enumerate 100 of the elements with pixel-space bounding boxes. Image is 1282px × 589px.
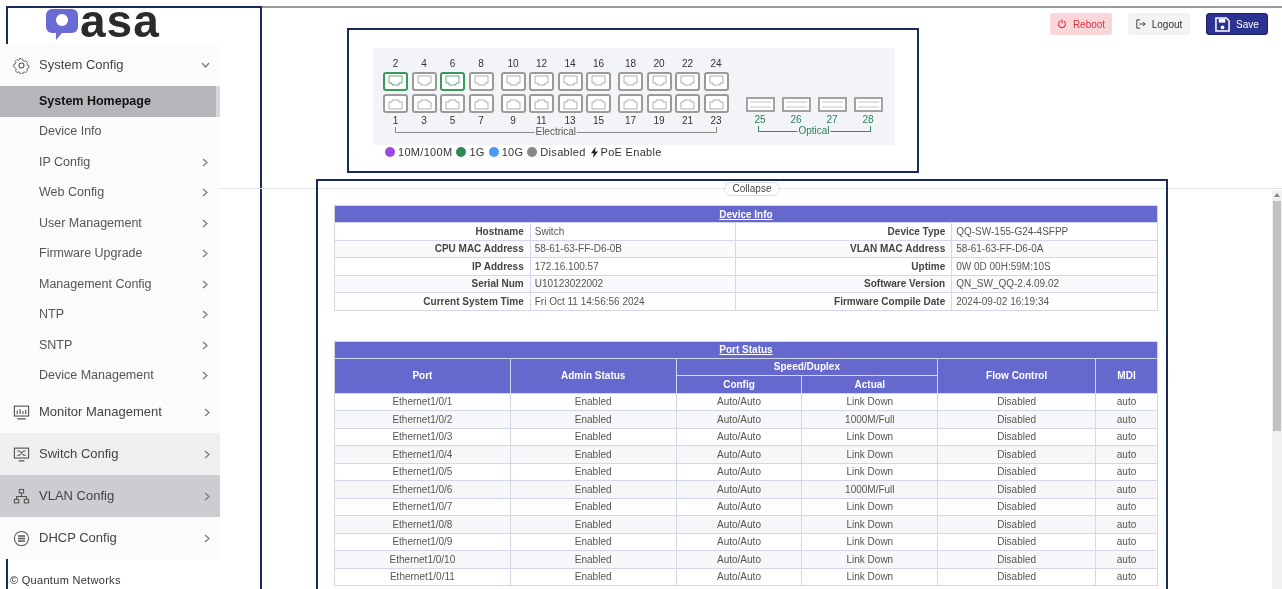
chevron-right-icon	[204, 449, 210, 459]
table-cell: Disabled	[937, 428, 1096, 446]
table-cell: Ethernet1/0/7	[334, 498, 511, 516]
save-button[interactable]: Save	[1206, 13, 1268, 35]
table-cell: auto	[1095, 445, 1158, 463]
list-circle-icon	[13, 529, 30, 547]
table-cell: Ethernet1/0/11	[334, 568, 511, 586]
menu-item[interactable]: DHCP Config	[0, 517, 220, 559]
table-cell: auto	[1095, 463, 1158, 481]
menu-item[interactable]: Monitor Management	[0, 391, 220, 433]
table-cell: Ethernet1/0/2	[334, 410, 511, 428]
table-cell: Enabled	[510, 568, 677, 586]
port-number: 14	[564, 59, 576, 69]
submenu-item[interactable]: Management Config	[0, 269, 220, 300]
submenu-item[interactable]: Device Info	[0, 116, 220, 147]
field-label: CPU MAC Address	[334, 240, 531, 258]
table-cell: Enabled	[510, 445, 677, 463]
table-title: Device Info	[334, 205, 1158, 223]
table-cell: Link Down	[801, 568, 938, 586]
table-cell: Enabled	[510, 393, 677, 411]
table-cell: 1000M/Full	[801, 410, 938, 428]
scrollbar[interactable]	[1272, 190, 1282, 589]
table-cell: Disabled	[937, 445, 1096, 463]
group-label: Optical	[797, 125, 831, 136]
submenu-item[interactable]: Firmware Upgrade	[0, 238, 220, 269]
field-label: Device Type	[735, 222, 952, 240]
table-cell: Ethernet1/0/6	[334, 480, 511, 498]
submenu-item[interactable]: NTP	[0, 299, 220, 330]
menu-item[interactable]: Switch Config	[0, 433, 220, 475]
menu-label: Monitor Management	[39, 403, 163, 422]
port-number: 11	[536, 116, 547, 126]
port-number: 15	[592, 116, 605, 126]
table-cell: Enabled	[510, 463, 677, 481]
submenu-item[interactable]: Device Management	[0, 360, 220, 391]
table-cell: Enabled	[510, 515, 677, 533]
lightning-icon	[590, 146, 598, 158]
field-value: QQ-SW-155-G24-4SFPP	[951, 222, 1158, 240]
submenu-label: SNTP	[39, 336, 74, 354]
table-cell: auto	[1095, 410, 1158, 428]
chevron-right-icon	[204, 407, 210, 417]
field-label: IP Address	[334, 257, 531, 275]
column-header: Flow Control	[937, 358, 1096, 393]
table-cell: Auto/Auto	[676, 428, 802, 446]
port-number: 20	[653, 59, 665, 69]
port-number: 28	[862, 115, 874, 125]
submenu-item[interactable]: User Management	[0, 208, 220, 239]
network-icon	[13, 487, 30, 505]
submenu-item[interactable]: SNTP	[0, 330, 220, 361]
table-cell: Disabled	[937, 498, 1096, 516]
table-cell: auto	[1095, 515, 1158, 533]
column-header: Admin Status	[510, 358, 677, 393]
menu-label: VLAN Config	[39, 487, 116, 506]
port-number: 13	[564, 116, 576, 126]
field-value: 2024-09-02 16:19:34	[951, 292, 1158, 310]
submenu-label: Device Info	[39, 123, 103, 141]
chevron-down-icon	[201, 62, 210, 68]
table-cell: Ethernet1/0/5	[334, 463, 511, 481]
chevron-right-icon	[204, 533, 210, 543]
table-cell: auto	[1095, 428, 1158, 446]
table-cell: Enabled	[510, 533, 677, 551]
legend-label: PoE Enable	[600, 145, 662, 160]
table-cell: Disabled	[937, 533, 1096, 551]
field-label: Current System Time	[334, 292, 531, 310]
menu-item[interactable]: VLAN Config	[0, 475, 220, 517]
menu-item[interactable]: System Config	[0, 44, 220, 86]
table-cell: Enabled	[510, 480, 677, 498]
port-number: 4	[421, 59, 427, 69]
table-cell: Ethernet1/0/10	[334, 550, 511, 568]
submenu-label: Management Config	[39, 275, 153, 293]
port-number: 10	[507, 59, 519, 69]
logout-button[interactable]: Logout	[1128, 13, 1190, 35]
menu-label: Switch Config	[39, 445, 120, 464]
table-cell: Enabled	[510, 410, 677, 428]
table-cell: Ethernet1/0/4	[334, 445, 511, 463]
table-title: Port Status	[334, 341, 1158, 358]
submenu-label: Firmware Upgrade	[39, 245, 144, 263]
table-cell: Disabled	[937, 393, 1096, 411]
table-cell: auto	[1095, 568, 1158, 586]
field-value: Switch	[530, 222, 735, 240]
group-label: Electrical	[534, 126, 578, 137]
submenu-item[interactable]: Web Config	[0, 177, 220, 208]
gear-icon	[13, 56, 30, 74]
collapse-button[interactable]: Collapse	[723, 182, 781, 196]
submenu-item[interactable]: System Homepage	[0, 86, 220, 117]
scrollbar-thumb[interactable]	[1273, 201, 1281, 431]
port-number: 19	[653, 116, 665, 126]
submenu-label: Web Config	[39, 184, 106, 202]
submenu-label: IP Config	[39, 153, 92, 171]
table-cell: Auto/Auto	[676, 480, 802, 498]
submenu-item[interactable]: IP Config	[0, 147, 220, 178]
port-number: 27	[826, 115, 838, 125]
field-value: Fri Oct 11 14:56:56 2024	[530, 292, 735, 310]
submenu-label: System Homepage	[39, 92, 152, 110]
table-cell: Disabled	[937, 463, 1096, 481]
table-cell: auto	[1095, 393, 1158, 411]
submenu-label: NTP	[39, 306, 65, 324]
reboot-button[interactable]: Reboot	[1050, 13, 1112, 35]
port-number: 23	[710, 116, 722, 126]
table-cell: Disabled	[937, 480, 1096, 498]
table-cell: Link Down	[801, 463, 938, 481]
